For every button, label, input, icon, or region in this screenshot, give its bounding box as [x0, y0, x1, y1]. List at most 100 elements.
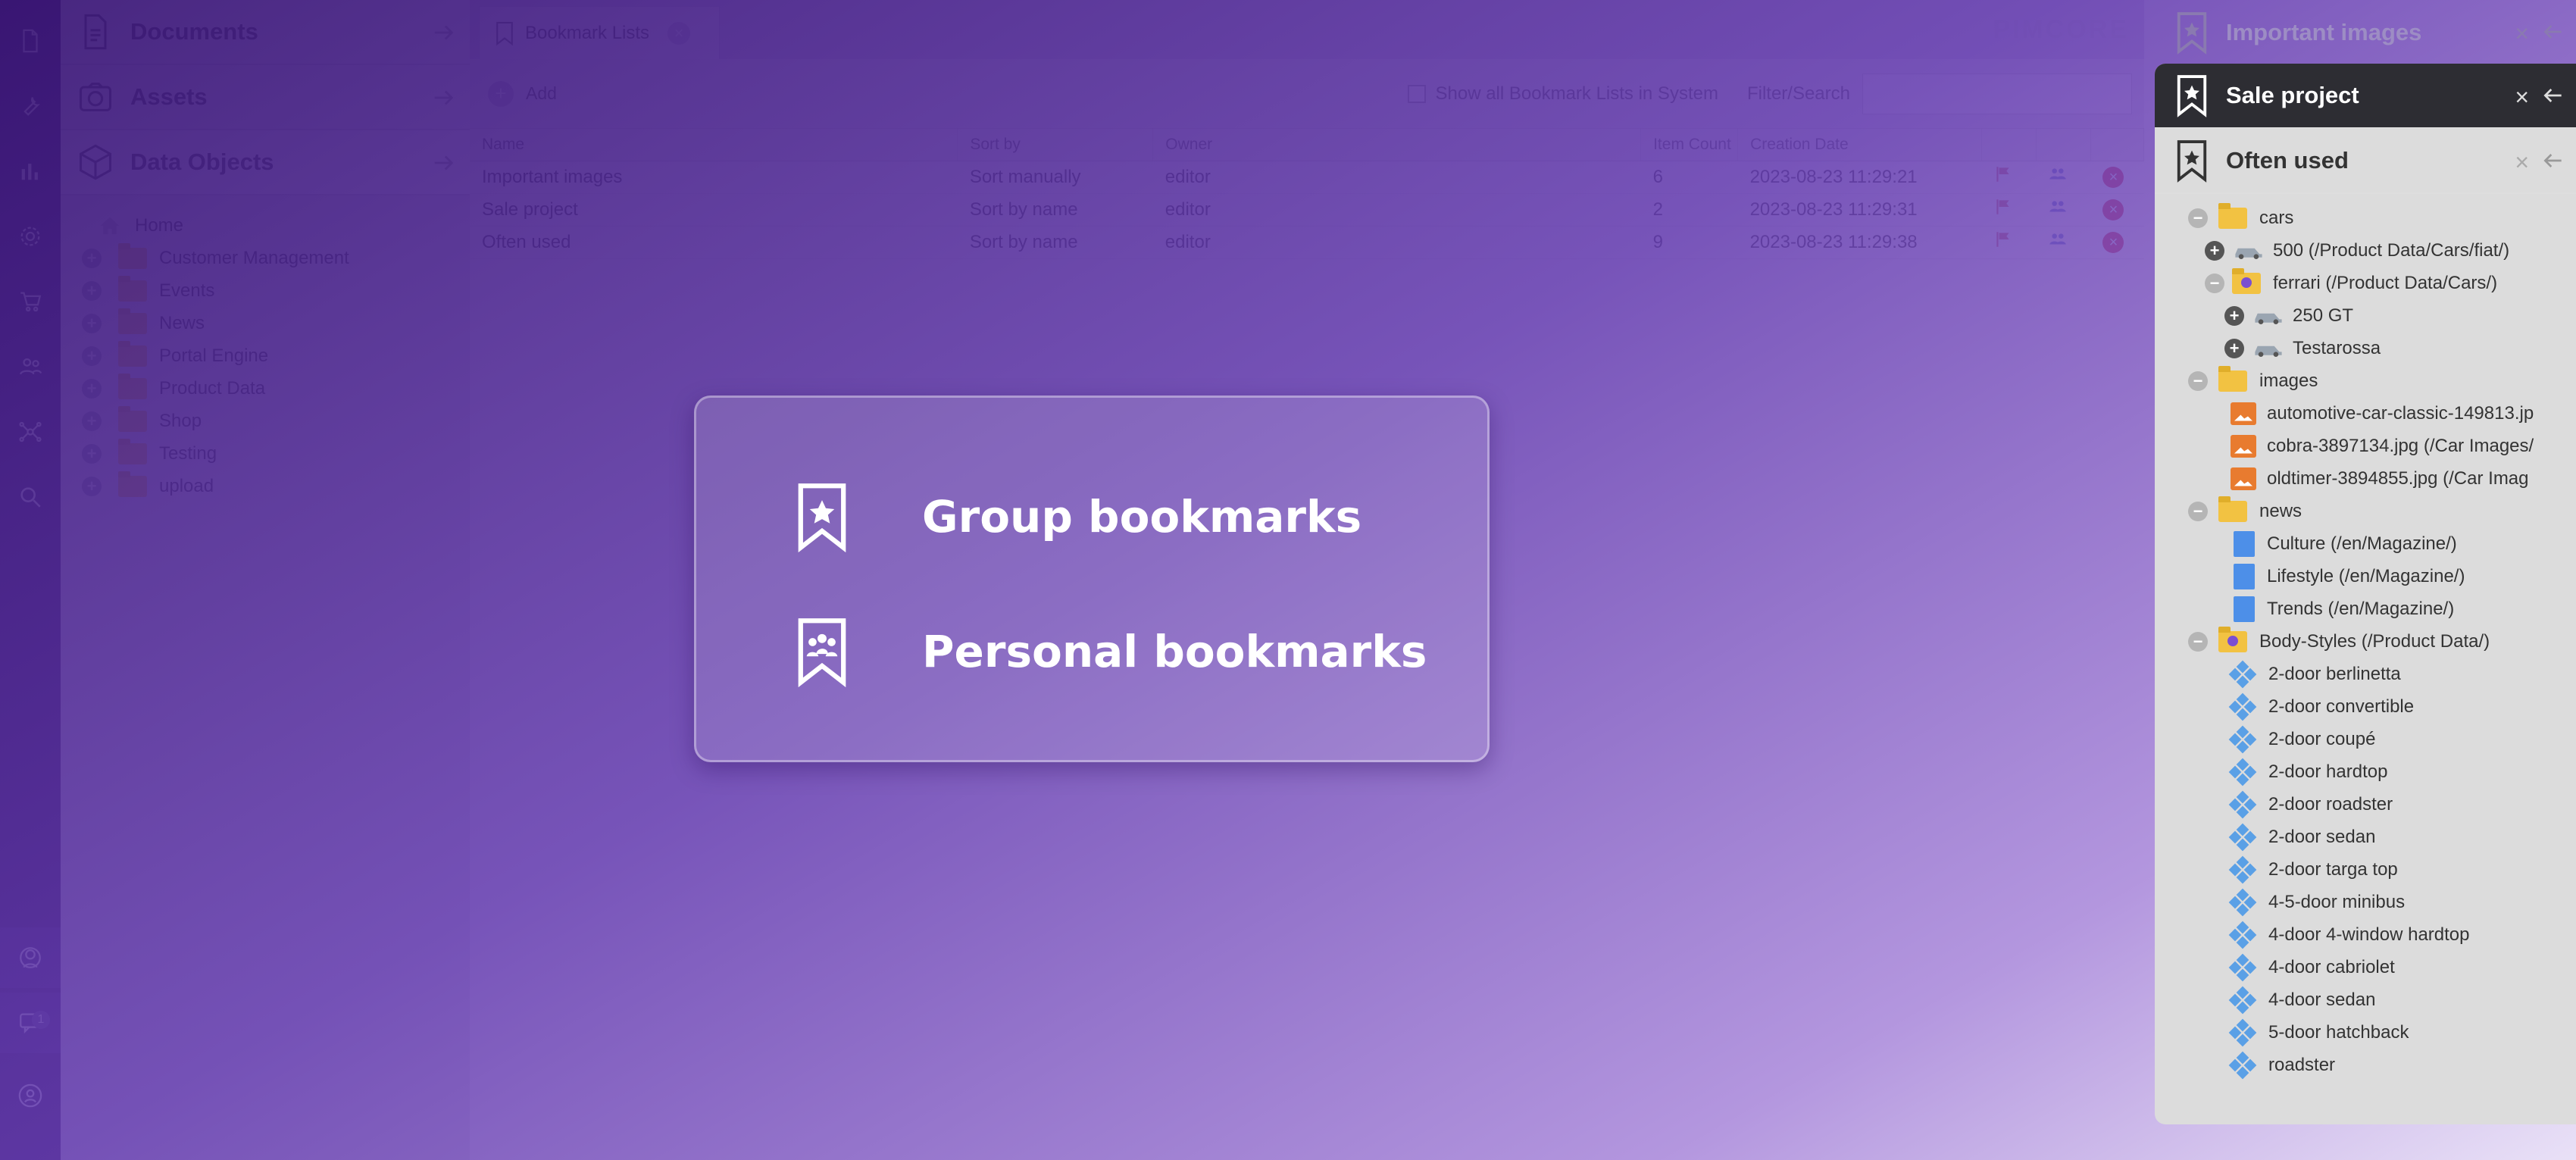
tree-item[interactable]: oldtimer-3894855.jpg (/Car Imag [2188, 462, 2576, 495]
arrow-left-icon[interactable] [2541, 20, 2565, 44]
data-objects-section-header[interactable]: Data Objects [61, 130, 470, 195]
tree-item[interactable]: 2-door coupé [2188, 723, 2576, 755]
share-flag-icon[interactable] [1993, 197, 2013, 217]
file-icon[interactable] [0, 11, 61, 71]
collapse-icon[interactable]: − [2188, 631, 2208, 652]
expand-icon[interactable]: + [82, 280, 102, 301]
close-icon[interactable]: × [2515, 20, 2529, 48]
tree-item[interactable]: +250 GT [2188, 299, 2576, 332]
tree-item[interactable]: Culture (/en/Magazine/) [2188, 527, 2576, 560]
collapse-icon[interactable]: − [2188, 208, 2208, 228]
profile-badge-icon[interactable] [0, 927, 61, 988]
tree-item-news[interactable]: − news [2188, 495, 2576, 527]
arrow-left-icon[interactable] [2541, 83, 2565, 108]
tree-item[interactable]: 2-door hardtop [2188, 755, 2576, 788]
documents-section-header[interactable]: Documents [61, 0, 470, 65]
close-icon[interactable]: × [2515, 83, 2529, 111]
tree-item[interactable]: + News [82, 307, 470, 339]
expand-icon[interactable]: + [82, 313, 102, 333]
column-header-sort-by[interactable]: Sort by [957, 129, 1154, 161]
tree-item[interactable]: 5-door hatchback [2188, 1016, 2576, 1049]
tree-item[interactable]: + Customer Management [82, 242, 470, 274]
assets-section-header[interactable]: Assets [61, 65, 470, 130]
tree-item[interactable]: Trends (/en/Magazine/) [2188, 593, 2576, 625]
arrow-right-icon[interactable] [430, 85, 456, 111]
gear-icon[interactable] [0, 206, 61, 267]
bookmark-header-important-images[interactable]: Important images × [2155, 0, 2576, 65]
bookmark-header-sale-project[interactable]: Sale project × [2155, 64, 2576, 129]
share-flag-icon[interactable] [1993, 230, 2013, 249]
filter-search-input[interactable] [1862, 73, 2132, 114]
tree-item[interactable]: + Portal Engine [82, 339, 470, 372]
collapse-icon[interactable]: − [2205, 273, 2224, 293]
table-row[interactable]: Often used Sort by name editor 9 2023-08… [470, 226, 2144, 259]
show-all-checkbox[interactable] [1408, 85, 1427, 103]
expand-icon[interactable]: + [82, 345, 102, 366]
tree-item[interactable]: automotive-car-classic-149813.jp [2188, 397, 2576, 430]
tree-item[interactable]: + Events [82, 274, 470, 307]
network-icon[interactable] [0, 402, 61, 462]
tree-item[interactable]: + Product Data [82, 372, 470, 405]
tree-item[interactable]: cobra-3897134.jpg (/Car Images/ [2188, 430, 2576, 462]
expand-icon[interactable]: + [82, 248, 102, 268]
expand-icon[interactable]: + [82, 443, 102, 464]
tree-item[interactable]: roadster [2188, 1049, 2576, 1081]
users-share-icon[interactable] [2048, 197, 2068, 217]
wrench-icon[interactable] [0, 76, 61, 136]
expand-icon[interactable]: + [82, 378, 102, 399]
tree-item-body-styles[interactable]: − Body-Styles (/Product Data/) [2188, 625, 2576, 658]
bookmark-header-often-used[interactable]: Often used × [2155, 129, 2576, 194]
tree-item[interactable]: + Shop [82, 405, 470, 437]
close-icon[interactable]: × [667, 21, 691, 45]
tree-item[interactable]: 2-door convertible [2188, 690, 2576, 723]
column-header-item-count[interactable]: Item Count [1640, 129, 1739, 161]
tree-item[interactable]: +500 (/Product Data/Cars/fiat/) [2188, 234, 2576, 267]
cart-icon[interactable] [0, 271, 61, 332]
user-icon[interactable] [0, 1065, 61, 1126]
delete-icon[interactable]: × [2102, 199, 2124, 221]
tree-item[interactable]: 4-door cabriolet [2188, 951, 2576, 983]
search-icon[interactable] [0, 467, 61, 527]
tree-item[interactable]: 4-5-door minibus [2188, 886, 2576, 918]
tree-item[interactable]: + Testing [82, 437, 470, 470]
expand-icon[interactable]: + [2224, 305, 2244, 326]
tab-bookmark-lists[interactable]: Bookmark Lists × [479, 6, 720, 59]
tree-item-images[interactable]: − images [2188, 364, 2576, 397]
arrow-left-icon[interactable] [2541, 149, 2565, 173]
users-icon[interactable] [0, 336, 61, 397]
expand-icon[interactable]: + [82, 411, 102, 431]
table-row[interactable]: Important images Sort manually editor 6 … [470, 161, 2144, 194]
users-share-icon[interactable] [2048, 164, 2068, 184]
arrow-right-icon[interactable] [430, 150, 456, 176]
column-header-creation-date[interactable]: Creation Date [1737, 129, 1982, 161]
table-row[interactable]: Sale project Sort by name editor 2 2023-… [470, 193, 2144, 227]
delete-icon[interactable]: × [2102, 232, 2124, 254]
tree-item[interactable]: 2-door targa top [2188, 853, 2576, 886]
tree-item-cars[interactable]: − cars [2188, 202, 2576, 234]
tree-item[interactable]: Lifestyle (/en/Magazine/) [2188, 560, 2576, 593]
column-header-name[interactable]: Name [470, 129, 958, 161]
tree-item[interactable]: + Testarossa [2188, 332, 2576, 364]
chart-icon[interactable] [0, 141, 61, 202]
users-share-icon[interactable] [2048, 230, 2068, 249]
column-header-owner[interactable]: Owner [1152, 129, 1642, 161]
notification-icon[interactable]: 1 [0, 993, 61, 1053]
tree-item-home[interactable]: Home [82, 209, 470, 242]
tree-item[interactable]: 4-door 4-window hardtop [2188, 918, 2576, 951]
tree-item[interactable]: + upload [82, 470, 470, 502]
share-flag-icon[interactable] [1993, 164, 2013, 184]
expand-icon[interactable]: + [2205, 240, 2224, 261]
delete-icon[interactable]: × [2102, 167, 2124, 189]
tree-item[interactable]: − ferrari (/Product Data/Cars/) [2188, 267, 2576, 299]
tree-item[interactable]: 2-door sedan [2188, 821, 2576, 853]
collapse-icon[interactable]: − [2188, 371, 2208, 391]
tree-item[interactable]: 4-door sedan [2188, 983, 2576, 1016]
tree-item[interactable]: 2-door roadster [2188, 788, 2576, 821]
add-button[interactable]: + Add [488, 80, 557, 107]
expand-icon[interactable]: + [2224, 338, 2244, 358]
expand-icon[interactable]: + [82, 476, 102, 496]
collapse-icon[interactable]: − [2188, 501, 2208, 521]
arrow-right-icon[interactable] [430, 20, 456, 45]
close-icon[interactable]: × [2515, 149, 2529, 177]
tree-item[interactable]: 2-door berlinetta [2188, 658, 2576, 690]
